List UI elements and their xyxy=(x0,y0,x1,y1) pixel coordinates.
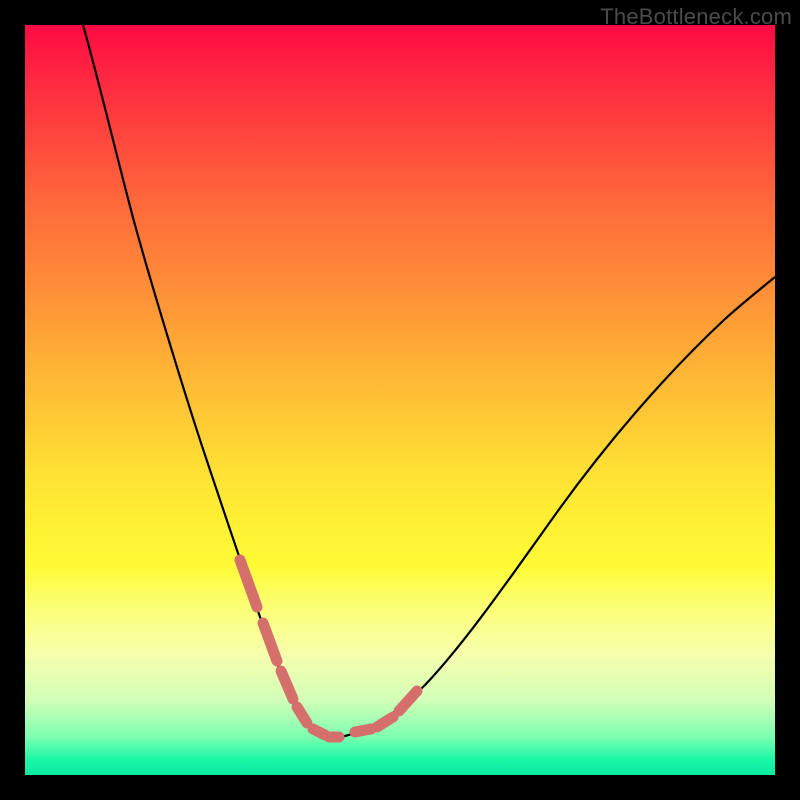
curve-layer xyxy=(25,25,775,775)
left-pink-highlight xyxy=(240,560,339,737)
watermark-text: TheBottleneck.com xyxy=(600,4,792,30)
chart-stage: TheBottleneck.com xyxy=(0,0,800,800)
plot-area xyxy=(25,25,775,775)
right-pink-highlight xyxy=(355,691,417,732)
bottleneck-curve xyxy=(83,25,775,737)
